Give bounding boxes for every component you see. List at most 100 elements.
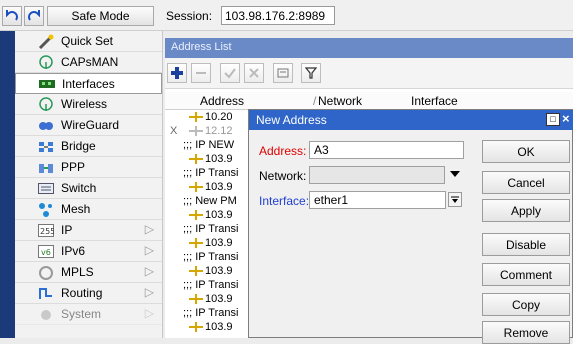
sort-indicator: /: [313, 94, 317, 108]
address-entry-icon: [189, 126, 203, 136]
sidebar-item-label: Bridge: [61, 139, 96, 153]
interface-select[interactable]: ether1: [309, 191, 446, 209]
interface-dropdown-button[interactable]: [448, 192, 462, 207]
column-address[interactable]: Address: [200, 94, 244, 108]
maximize-icon[interactable]: □: [546, 113, 560, 126]
column-interface[interactable]: Interface: [411, 94, 458, 108]
sidebar-item-wireguard[interactable]: WireGuard: [15, 115, 162, 136]
sidebar-item-ipv6[interactable]: v6 IPv6 ▷: [15, 241, 162, 262]
safe-mode-button[interactable]: Safe Mode: [47, 6, 154, 26]
mpls-icon: [37, 265, 54, 280]
disable-button[interactable]: [244, 63, 264, 83]
sidebar-item-wireless[interactable]: Wireless: [15, 94, 162, 115]
wand-icon: [37, 34, 54, 49]
row-address: 103.9: [205, 237, 233, 249]
comment-button[interactable]: [273, 63, 293, 83]
submenu-arrow-icon: ▷: [144, 264, 154, 278]
sidebar-item-switch[interactable]: Switch: [15, 178, 162, 199]
redo-button[interactable]: [24, 6, 44, 26]
sidebar-item-label: Wireless: [61, 97, 108, 111]
row-comment: ;;; IP Transi: [183, 251, 239, 263]
sidebar-item-interfaces[interactable]: Interfaces: [15, 73, 162, 94]
routing-icon: [37, 286, 54, 301]
close-icon[interactable]: ×: [562, 111, 570, 126]
new-address-dialog: New Address □ × Address: A3 Network: Int…: [248, 109, 573, 344]
interfaces-icon: [38, 76, 55, 91]
sidebar-item-label: Switch: [61, 181, 97, 195]
sidebar-item-mpls[interactable]: MPLS ▷: [15, 262, 162, 283]
submenu-arrow-icon: ▷: [144, 285, 154, 299]
ppp-icon: [37, 160, 54, 175]
bridge-icon: [37, 139, 54, 154]
sidebar-item-label: Quick Set: [61, 34, 114, 48]
svg-text:255: 255: [40, 227, 54, 236]
address-entry-icon: [189, 322, 203, 332]
comment-button[interactable]: Comment: [482, 263, 570, 286]
check-icon: [224, 68, 236, 79]
sidebar-item-ppp[interactable]: PPP: [15, 157, 162, 178]
address-entry-icon: [189, 112, 203, 122]
address-label: Address:: [259, 144, 307, 158]
row-address: 103.9: [205, 153, 233, 165]
session-field[interactable]: 103.98.176.2:8989: [221, 6, 335, 25]
sidebar-item-quick-set[interactable]: Quick Set: [15, 31, 162, 52]
redo-icon: [28, 10, 40, 21]
interface-label: Interface:: [259, 194, 310, 208]
sidebar-item-label: IP: [61, 223, 73, 237]
row-address: 103.9: [205, 181, 233, 193]
filter-button[interactable]: [301, 63, 321, 83]
sidebar-item-ip[interactable]: 255 IP ▷: [15, 220, 162, 241]
row-address: 103.9: [205, 209, 233, 221]
ipv6-icon: v6: [37, 244, 54, 259]
row-comment: ;;; IP Transi: [183, 223, 239, 235]
disable-button[interactable]: Disable: [482, 233, 570, 256]
sidebar-item-mesh[interactable]: Mesh: [15, 199, 162, 220]
sidebar-item-label: Mesh: [61, 202, 91, 216]
submenu-arrow-icon: ▷: [144, 222, 154, 236]
chevron-down-icon: [451, 196, 459, 203]
address-entry-icon: [189, 210, 203, 220]
undo-button[interactable]: [2, 6, 22, 26]
sidebar: Quick Set CAPsMAN Interfaces Wireless Wi…: [0, 31, 163, 338]
sidebar-item-label: Routing: [61, 286, 103, 300]
row-address: 10.20: [205, 111, 233, 123]
address-entry-icon: [189, 266, 203, 276]
row-address: 103.9: [205, 265, 233, 277]
network-dropdown-icon[interactable]: [450, 171, 460, 178]
x-icon: [249, 68, 259, 78]
safe-mode-label: Safe Mode: [71, 9, 130, 23]
row-address: 103.9: [205, 321, 233, 333]
sidebar-item-label: CAPsMAN: [61, 55, 119, 69]
remove-button[interactable]: Remove: [482, 321, 570, 344]
enable-button[interactable]: [220, 63, 240, 83]
column-network[interactable]: Network: [318, 94, 362, 108]
remove-button[interactable]: [191, 63, 211, 83]
filter-icon: [305, 67, 317, 79]
wireless-icon: [37, 96, 54, 112]
capsman-icon: [37, 54, 54, 70]
copy-button[interactable]: Copy: [482, 293, 570, 316]
network-label: Network:: [259, 169, 307, 183]
sidebar-strip: [0, 31, 15, 338]
row-address: 12.12: [205, 125, 233, 137]
sidebar-item-system[interactable]: System ▷: [15, 304, 162, 325]
ok-button[interactable]: OK: [482, 140, 570, 163]
sidebar-item-capsman[interactable]: CAPsMAN: [15, 52, 162, 73]
sidebar-item-label: IPv6: [61, 244, 86, 258]
mesh-icon: [37, 202, 54, 217]
row-address: 103.9: [205, 293, 233, 305]
row-comment: ;;; IP Transi: [183, 307, 239, 319]
dialog-title: New Address: [249, 110, 573, 130]
sidebar-item-bridge[interactable]: Bridge: [15, 136, 162, 157]
svg-text:v6: v6: [41, 248, 51, 257]
network-field[interactable]: [309, 166, 445, 184]
cancel-button[interactable]: Cancel: [482, 171, 570, 194]
sidebar-item-label: WireGuard: [61, 118, 120, 132]
sidebar-item-routing[interactable]: Routing ▷: [15, 283, 162, 304]
address-entry-icon: [189, 182, 203, 192]
sidebar-item-label: MPLS: [61, 265, 94, 279]
address-list-toolbar: [165, 58, 573, 89]
address-field[interactable]: A3: [309, 141, 464, 159]
add-button[interactable]: [167, 63, 187, 83]
apply-button[interactable]: Apply: [482, 199, 570, 222]
